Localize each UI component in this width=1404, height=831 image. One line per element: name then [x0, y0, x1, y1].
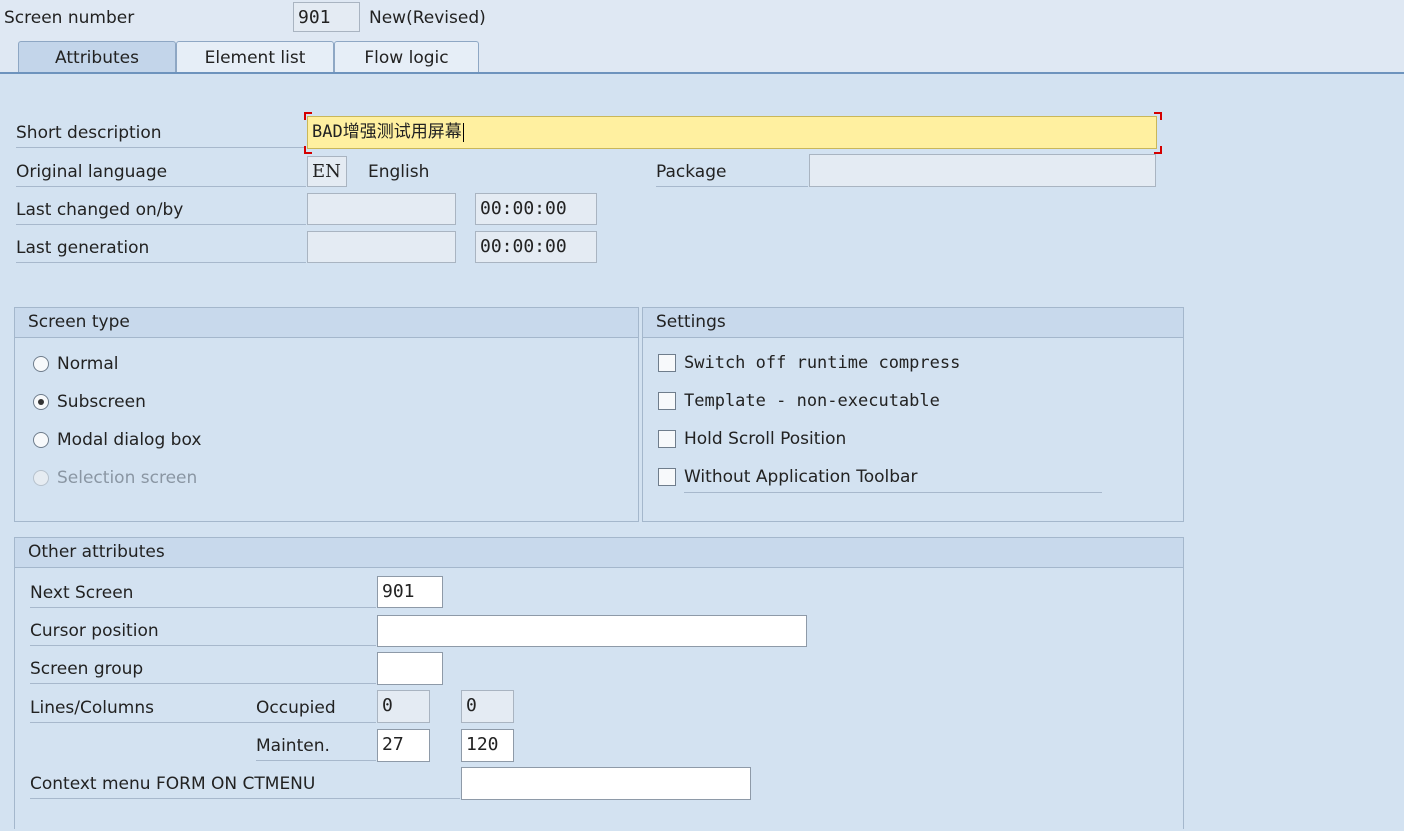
checkbox-hold-scroll-label[interactable]: Hold Scroll Position — [684, 429, 846, 449]
context-menu-input[interactable] — [461, 767, 751, 800]
checkbox-template-label[interactable]: Template - non-executable — [684, 391, 940, 411]
last-changed-label: Last changed on/by — [16, 200, 306, 225]
lines-columns-label: Lines/Columns Occupied — [30, 698, 376, 723]
settings-title: Settings — [643, 308, 1183, 338]
tab-element-list[interactable]: Element list — [176, 41, 334, 73]
package-label: Package — [656, 162, 808, 187]
last-generation-label: Last generation — [16, 238, 306, 263]
screen-group-label: Screen group — [30, 659, 376, 684]
mainten-label: Mainten. — [256, 736, 376, 761]
tab-flow-logic[interactable]: Flow logic — [334, 41, 479, 73]
short-description-label: Short description — [16, 123, 306, 148]
required-marker-bl — [304, 146, 312, 154]
occupied-columns-field: 0 — [461, 690, 514, 723]
original-language-name: English — [368, 162, 430, 182]
checkbox-hold-scroll[interactable] — [658, 430, 676, 448]
radio-modal-dialog-label[interactable]: Modal dialog box — [57, 430, 201, 450]
short-description-input[interactable]: BAD增强测试用屏幕 — [307, 116, 1157, 149]
screen-number-label: Screen number — [4, 8, 135, 28]
required-marker-tr — [1154, 112, 1162, 120]
package-field — [809, 154, 1156, 187]
required-marker-tl — [304, 112, 312, 120]
mainten-lines-input[interactable]: 27 — [377, 729, 430, 762]
radio-selection-screen — [33, 470, 49, 486]
original-language-code: EN — [307, 156, 347, 187]
original-language-label: Original language — [16, 162, 306, 187]
screen-type-group: Screen type — [14, 307, 639, 522]
next-screen-input[interactable]: 901 — [377, 576, 443, 608]
text-cursor — [462, 122, 464, 142]
cursor-position-input[interactable] — [377, 615, 807, 647]
last-generation-date — [307, 231, 456, 263]
context-menu-label: Context menu FORM ON CTMENU — [30, 774, 460, 799]
radio-subscreen[interactable] — [33, 394, 49, 410]
checkbox-without-toolbar[interactable] — [658, 468, 676, 486]
radio-modal-dialog[interactable] — [33, 432, 49, 448]
mainten-columns-input[interactable]: 120 — [461, 729, 514, 762]
radio-subscreen-label[interactable]: Subscreen — [57, 392, 146, 412]
radio-normal[interactable] — [33, 356, 49, 372]
last-generation-time: 00:00:00 — [475, 231, 597, 263]
screen-group-input[interactable] — [377, 652, 443, 685]
next-screen-label: Next Screen — [30, 583, 376, 608]
checkbox-runtime-compress-label[interactable]: Switch off runtime compress — [684, 353, 960, 373]
last-changed-date — [307, 193, 456, 225]
required-marker-br — [1154, 146, 1162, 154]
last-changed-time: 00:00:00 — [475, 193, 597, 225]
checkbox-runtime-compress[interactable] — [658, 354, 676, 372]
cursor-position-label: Cursor position — [30, 621, 376, 646]
checkbox-template[interactable] — [658, 392, 676, 410]
other-attributes-title: Other attributes — [15, 538, 1183, 568]
radio-normal-label[interactable]: Normal — [57, 354, 119, 374]
tab-attributes[interactable]: Attributes — [18, 41, 176, 73]
radio-selection-screen-label: Selection screen — [57, 468, 198, 488]
occupied-lines-field: 0 — [377, 690, 430, 723]
checkbox-without-toolbar-label[interactable]: Without Application Toolbar — [684, 467, 1102, 493]
screen-type-title: Screen type — [15, 308, 638, 338]
screen-number-field: 901 — [293, 2, 360, 32]
screen-status: New(Revised) — [369, 8, 486, 28]
occupied-label: Occupied — [256, 698, 336, 718]
